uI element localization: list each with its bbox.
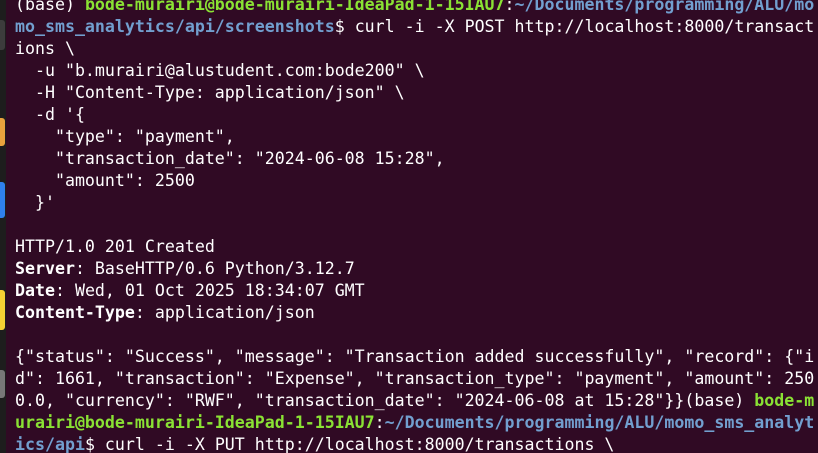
user-host: bode-murairi@bode-murairi-IdeaPad-1-15IA… [84, 0, 505, 14]
response-body-line: {"status": "Success", "message": "Transa… [15, 347, 815, 366]
header-value: : application/json [134, 303, 315, 322]
user-host-cont: urairi@bode-murairi-IdeaPad-1-15IAU7 [15, 413, 375, 432]
command-line: -H "Content-Type: application/json" \ [15, 83, 405, 102]
command-line: -u "b.murairi@alustudent.com:bode200" \ [15, 61, 425, 80]
command-text: curl -i -X POST http://localhost:8000/tr… [354, 17, 815, 36]
response-header: Date: Wed, 01 Oct 2025 18:34:07 GMT [15, 280, 818, 302]
current-path-cont: mo_sms_analytics/api/screenshots [15, 17, 335, 36]
response-body-line: d": 1661, "transaction": "Expense", "tra… [15, 369, 815, 388]
prompt-line-wrap: mo_sms_analytics/api/screenshots$ curl -… [15, 16, 818, 38]
conda-env: (base) [684, 391, 755, 410]
user-host: bode-m [754, 391, 815, 410]
terminal-icon[interactable] [0, 20, 5, 50]
command-line: }' [15, 193, 55, 212]
dock [0, 0, 6, 453]
header-key: Server [15, 259, 75, 278]
header-value: : Wed, 01 Oct 2025 18:34:07 GMT [54, 281, 365, 300]
header-key: Date [15, 281, 55, 300]
terminal-output[interactable]: (base) bode-murairi@bode-murairi-IdeaPad… [15, 0, 818, 453]
header-key: Content-Type [15, 303, 135, 322]
command-text: curl -i -X PUT http://localhost:8000/tra… [104, 435, 615, 453]
response-body-text: 0.0, "currency": "RWF", "transaction_dat… [15, 391, 685, 410]
prompt-separator: : [504, 0, 515, 14]
current-path: ~/Documents/programming/ALU/mo [514, 0, 815, 14]
response-header: Content-Type: application/json [15, 302, 818, 324]
prompt-line-wrap: ics/api$ curl -i -X PUT http://localhost… [15, 434, 818, 453]
trash-icon[interactable] [0, 370, 5, 398]
response-header: Server: BaseHTTP/0.6 Python/3.12.7 [15, 258, 818, 280]
current-path: ~/Documents/programming/ALU/momo_sms_ana… [384, 413, 815, 432]
response-body-line: 0.0, "currency": "RWF", "transaction_dat… [15, 390, 818, 412]
conda-env: (base) [15, 0, 85, 14]
header-value: : BaseHTTP/0.6 Python/3.12.7 [74, 259, 355, 278]
prompt-line: (base) bode-murairi@bode-murairi-IdeaPad… [15, 0, 818, 16]
command-line: -d '{ [15, 105, 85, 124]
command-line: "amount": 2500 [15, 171, 195, 190]
prompt-separator: : [374, 413, 385, 432]
prompt-symbol: $ [334, 17, 355, 36]
files-icon[interactable] [0, 118, 5, 146]
command-line: "type": "payment", [15, 127, 235, 146]
command-line: "transaction_date": "2024-06-08 15:28", [15, 149, 445, 168]
prompt-symbol: $ [84, 435, 105, 453]
code-icon[interactable] [0, 182, 5, 218]
current-path-cont: ics/api [15, 435, 85, 453]
command-line: ions \ [15, 39, 75, 58]
prompt-line: urairi@bode-murairi-IdeaPad-1-15IAU7:~/D… [15, 412, 818, 434]
browser-icon[interactable] [0, 290, 5, 330]
http-status-line: HTTP/1.0 201 Created [15, 237, 215, 256]
